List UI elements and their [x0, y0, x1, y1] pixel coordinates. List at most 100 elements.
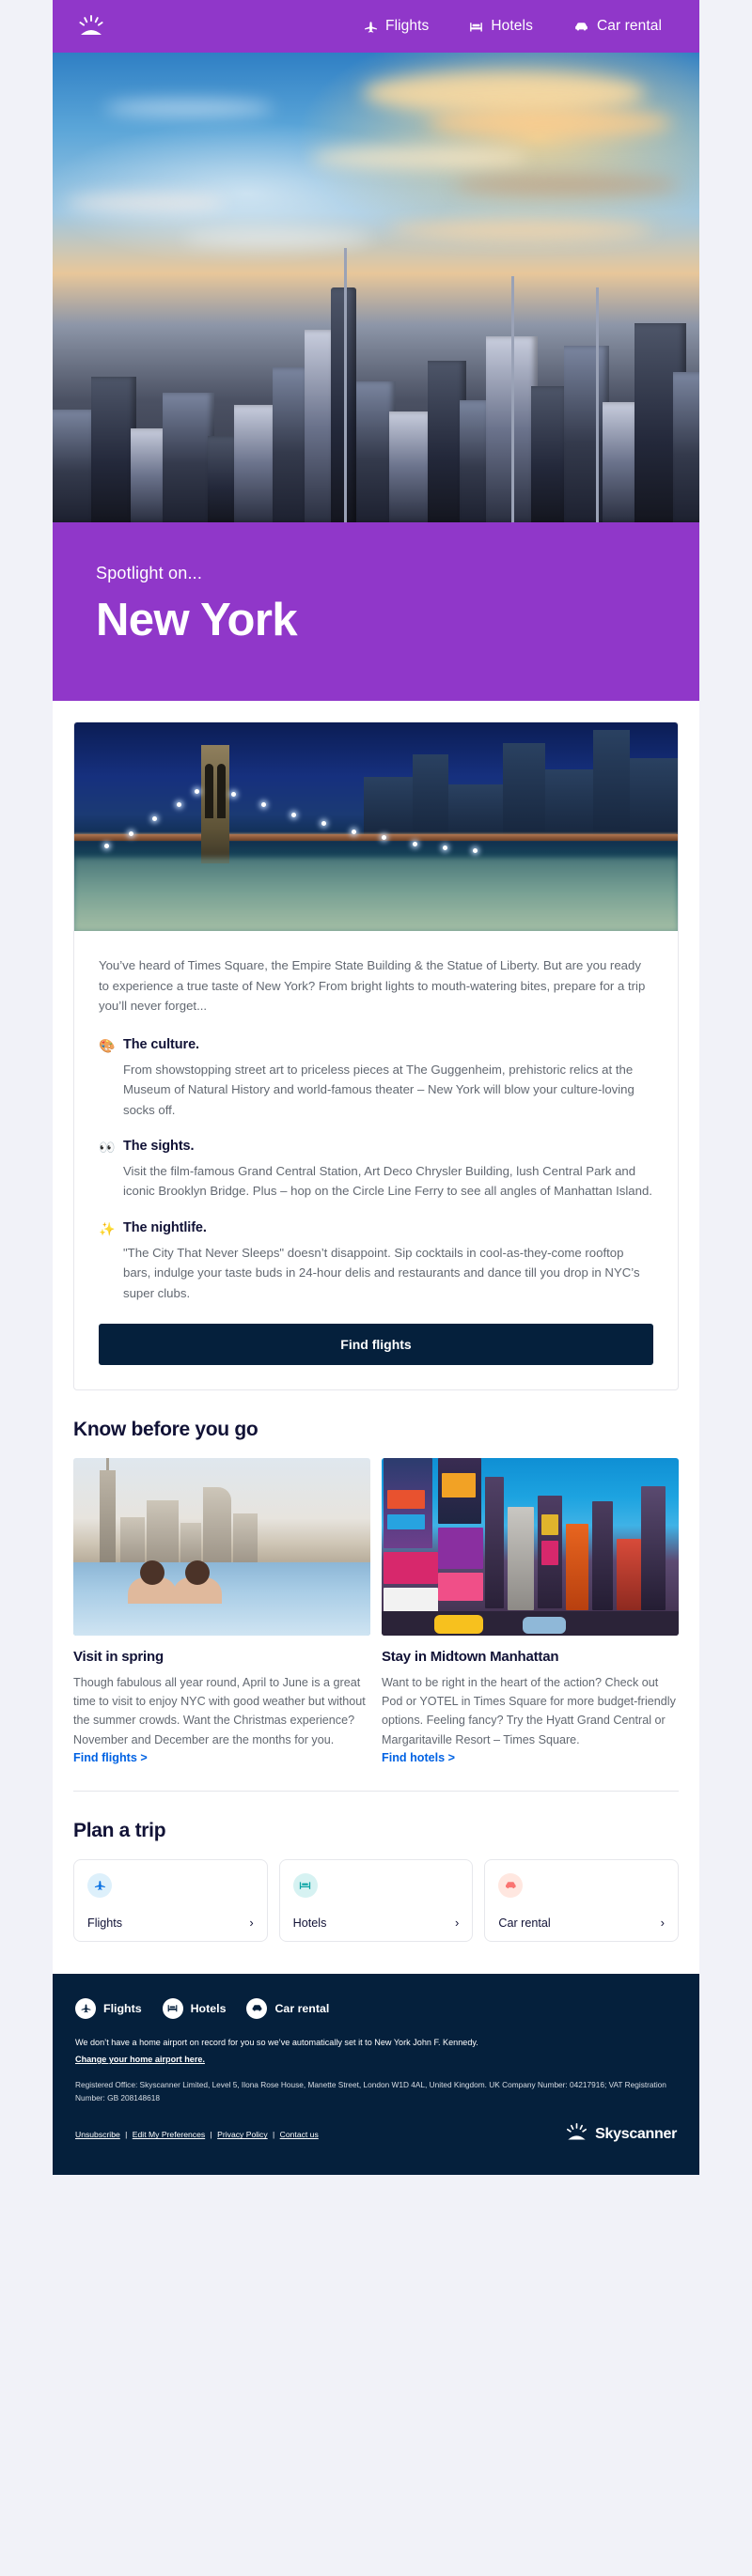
chevron-right-icon: ›	[660, 1916, 666, 1931]
sparkles-emoji: ✨	[99, 1220, 116, 1236]
skyscanner-wordmark: Skyscanner	[595, 2126, 677, 2143]
car-icon	[572, 19, 590, 35]
plan-tile-flights[interactable]: Flights ›	[73, 1858, 268, 1942]
plan-tiles: Flights › Hotels › Car rental ›	[73, 1858, 680, 1942]
empire-state-building-shape	[100, 1458, 116, 1569]
spotlight-city-title: New York	[96, 595, 298, 645]
bed-icon	[162, 1997, 183, 2019]
bridge-tower	[200, 745, 229, 864]
article-body: You’ve heard of Times Square, the Empire…	[74, 931, 678, 1389]
bridge-deck	[74, 834, 678, 842]
skyscanner-sunrise-icon	[565, 2122, 588, 2147]
footer-nav: Flights Hotels Car rental	[75, 1997, 677, 2019]
footer-nav-hotels[interactable]: Hotels	[162, 1997, 227, 2019]
footer-bottom: Unsubscribe | Edit My Preferences | Priv…	[75, 2122, 677, 2147]
palette-emoji: 🎨	[99, 1037, 116, 1053]
home-airport-link-wrap: Change your home airport here.	[75, 2053, 677, 2066]
change-home-airport-link[interactable]: Change your home airport here.	[75, 2055, 205, 2064]
header-nav-hotels-label: Hotels	[491, 18, 533, 34]
home-airport-note: We don’t have a home airport on record f…	[75, 2036, 677, 2049]
plan-tile-car-rental-label: Car rental	[498, 1916, 551, 1930]
plan-tile-hotels[interactable]: Hotels ›	[278, 1858, 474, 1942]
pool-water	[73, 1562, 370, 1637]
know-cards-grid: Visit in spring Though fabulous all year…	[73, 1458, 679, 1766]
hero-skyline	[53, 248, 699, 522]
hero-image-nyc-skyline	[53, 53, 699, 522]
footer-link-separator: |	[125, 2130, 128, 2140]
bridge-water-reflection	[74, 858, 678, 932]
article-card: You’ve heard of Times Square, the Empire…	[73, 722, 679, 1391]
home-airport-note-text: We don’t have a home airport on record f…	[75, 2037, 478, 2047]
rooftop-pool-image	[73, 1458, 370, 1637]
chevron-right-icon: ›	[455, 1916, 460, 1931]
plan-tile-flights-label: Flights	[87, 1916, 123, 1930]
registered-office-text: Registered Office: Skyscanner Limited, L…	[75, 2080, 666, 2103]
footer-link-privacy-policy[interactable]: Privacy Policy	[217, 2130, 267, 2139]
plan-tile-car-rental[interactable]: Car rental ›	[484, 1858, 680, 1942]
header-nav-hotels[interactable]: Hotels	[468, 18, 533, 35]
fact-culture-title: The culture.	[123, 1036, 199, 1052]
footer-nav-flights-label: Flights	[103, 2001, 142, 2015]
eyes-emoji: 👀	[99, 1139, 116, 1155]
footer-link-edit-my-preferences[interactable]: Edit My Preferences	[133, 2130, 205, 2139]
times-square-image	[382, 1458, 679, 1637]
skyscanner-sunrise-icon[interactable]	[70, 10, 113, 42]
header-nav-flights[interactable]: Flights	[363, 18, 429, 35]
footer-link-separator: |	[273, 2130, 275, 2140]
footer-brand: Skyscanner	[565, 2122, 677, 2147]
spotlight-kicker: Spotlight on...	[96, 564, 203, 582]
fact-culture: 🎨 The culture.	[99, 1037, 653, 1054]
know-card-2-title: Stay in Midtown Manhattan	[382, 1649, 559, 1666]
fact-nightlife: ✨ The nightlife.	[99, 1220, 653, 1237]
car-icon	[246, 1997, 268, 2019]
header-nav: Flights Hotels Car rental	[363, 18, 682, 35]
plane-icon	[87, 1872, 112, 1898]
know-card-2-link[interactable]: Find hotels >	[382, 1751, 455, 1764]
email-page: Flights Hotels Car rental Spotlight on..…	[0, 0, 752, 2175]
site-header: Flights Hotels Car rental	[53, 0, 699, 53]
fact-sights: 👀 The sights.	[99, 1139, 653, 1156]
plan-section-heading: Plan a trip	[73, 1819, 166, 1841]
article-lead: You’ve heard of Times Square, the Empire…	[99, 958, 646, 1014]
know-card-1-link[interactable]: Find flights >	[73, 1751, 148, 1764]
plan-tile-hotels-row: Hotels ›	[293, 1916, 460, 1930]
email-frame: Flights Hotels Car rental Spotlight on..…	[53, 0, 699, 2175]
footer-nav-car-rental-label: Car rental	[274, 2001, 330, 2015]
footer-nav-car-rental[interactable]: Car rental	[246, 1997, 330, 2019]
find-flights-button[interactable]: Find flights	[99, 1324, 653, 1366]
plan-tile-flights-row: Flights ›	[87, 1916, 254, 1930]
know-card-2-body: Want to be right in the heart of the act…	[382, 1676, 676, 1746]
fact-culture-body: From showstopping street art to priceles…	[123, 1062, 634, 1117]
know-card-visit-in-spring: Visit in spring Though fabulous all year…	[73, 1458, 370, 1766]
brooklyn-bridge-image	[74, 722, 678, 932]
fact-sights-title: The sights.	[123, 1138, 195, 1154]
plan-a-trip-section: Plan a trip Flights › Hotels › Car renta…	[53, 1791, 699, 1942]
car-icon	[498, 1872, 524, 1898]
header-nav-flights-label: Flights	[385, 18, 430, 34]
know-before-you-go-section: Know before you go Visit in spring Thoug…	[53, 1390, 699, 1766]
know-card-1-body: Though fabulous all year round, April to…	[73, 1676, 366, 1746]
know-card-1-title: Visit in spring	[73, 1649, 164, 1666]
header-nav-car-rental[interactable]: Car rental	[572, 18, 662, 35]
chevron-right-icon: ›	[249, 1916, 254, 1931]
know-section-heading: Know before you go	[73, 1419, 258, 1441]
footer-nav-flights[interactable]: Flights	[75, 1997, 142, 2019]
plan-tile-hotels-label: Hotels	[292, 1916, 327, 1930]
article-section: You’ve heard of Times Square, the Empire…	[53, 701, 699, 1391]
site-footer: Flights Hotels Car rental We don’t have …	[53, 1973, 699, 2175]
footer-link-separator: |	[210, 2130, 212, 2140]
bed-icon	[292, 1872, 318, 1898]
footer-link-unsubscribe[interactable]: Unsubscribe	[75, 2130, 120, 2139]
footer-nav-hotels-label: Hotels	[190, 2001, 227, 2015]
plane-icon	[363, 19, 379, 35]
header-nav-car-rental-label: Car rental	[596, 18, 662, 34]
bed-icon	[468, 19, 484, 35]
plan-tile-car-rental-row: Car rental ›	[498, 1916, 665, 1930]
know-card-stay-in-midtown-manhattan: Stay in Midtown Manhattan Want to be rig…	[382, 1458, 679, 1766]
fact-sights-body: Visit the film-famous Grand Central Stat…	[123, 1164, 652, 1199]
spotlight-banner: Spotlight on... New York	[53, 522, 699, 702]
footer-links: Unsubscribe | Edit My Preferences | Priv…	[75, 2130, 319, 2139]
fact-nightlife-title: The nightlife.	[123, 1219, 207, 1235]
fact-nightlife-body: "The City That Never Sleeps" doesn’t dis…	[123, 1246, 640, 1300]
footer-link-contact-us[interactable]: Contact us	[280, 2130, 319, 2139]
